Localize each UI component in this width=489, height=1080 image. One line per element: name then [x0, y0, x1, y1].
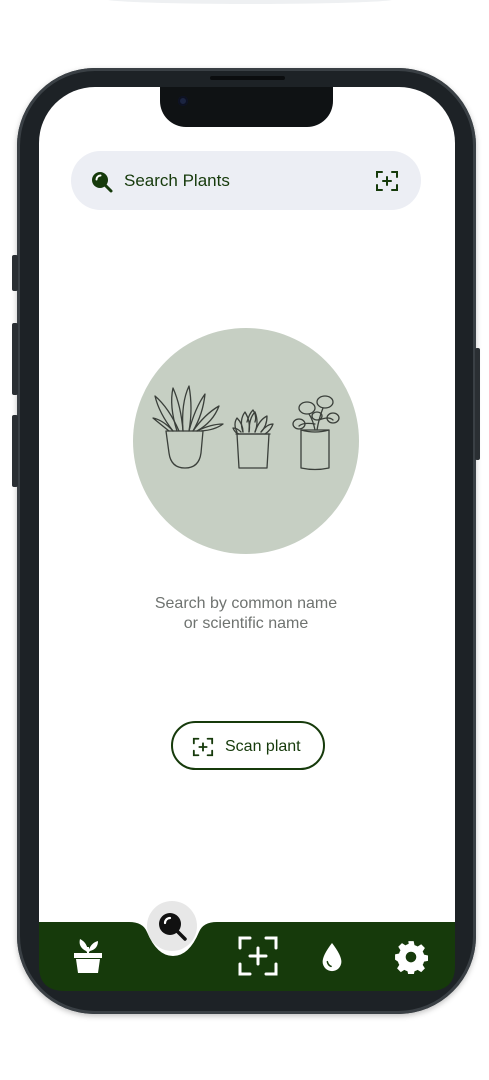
plants-drawing	[152, 385, 340, 471]
nav-scan-icon[interactable]	[237, 935, 279, 977]
scan-plant-button[interactable]: Scan plant	[171, 721, 325, 770]
scan-icon[interactable]	[375, 169, 399, 193]
phone-notch	[160, 87, 333, 127]
top-shadow	[105, 0, 395, 4]
phone-side-button-volume-down	[12, 415, 18, 487]
hint-line-1: Search by common name	[154, 595, 338, 612]
phone-speaker	[210, 76, 285, 80]
scan-plant-label: Scan plant	[225, 738, 301, 755]
nav-search-icon[interactable]	[156, 910, 188, 942]
phone-side-button-silent	[12, 255, 18, 291]
hint-line-2: or scientific name	[183, 615, 309, 632]
phone-side-button-volume-up	[12, 323, 18, 395]
search-input[interactable]: Search Plants	[124, 170, 230, 191]
nav-water-drop-icon[interactable]	[320, 942, 344, 972]
empty-state-hint: Search by common name or scientific name	[100, 594, 392, 634]
scan-icon	[192, 737, 214, 757]
potted-plants-illustration	[133, 328, 359, 554]
nav-plant-pot-icon[interactable]	[72, 935, 104, 975]
search-icon	[92, 172, 113, 193]
phone-camera	[178, 96, 188, 106]
nav-gear-icon[interactable]	[394, 940, 428, 974]
phone-side-button-power	[475, 348, 480, 460]
